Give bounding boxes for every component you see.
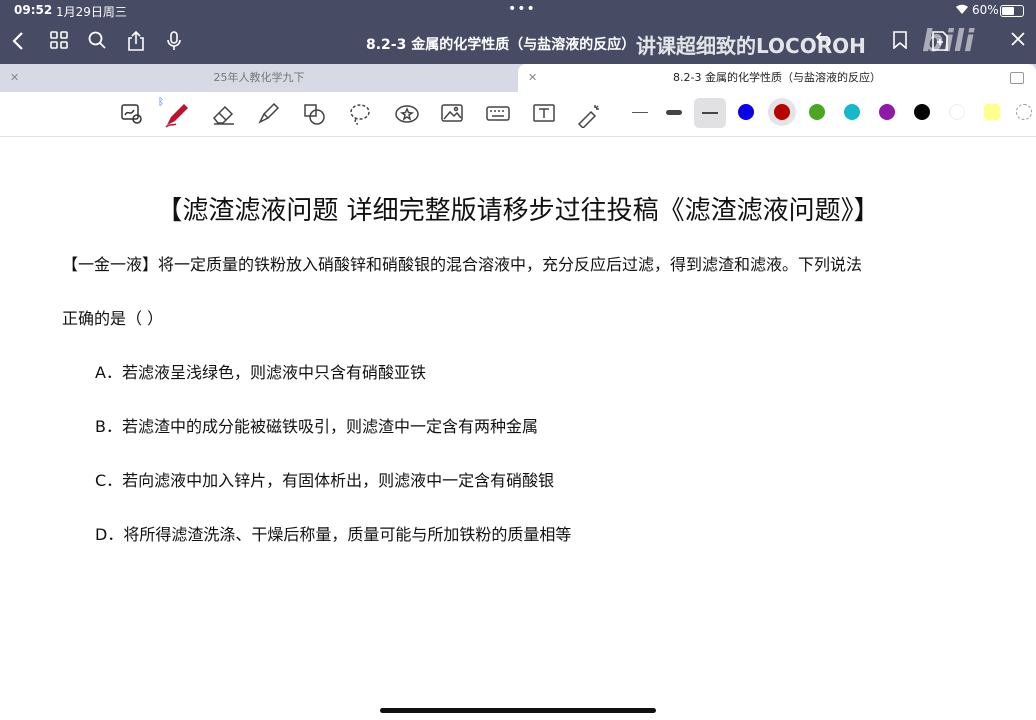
more-icon[interactable] [1010,31,1026,53]
option-c: C．若向滤液中加入锌片，有固体析出，则滤液中一定含有硝酸银 [95,471,555,490]
bilibili-watermark-logo: bili [922,24,975,59]
tab-bar: ✕ 25年人教化学九下 ✕ 8.2-3 金属的化学性质（与盐溶液的反应） [0,64,1036,92]
status-time: 09:52 [14,3,53,17]
tab-current-document[interactable]: ✕ 8.2-3 金属的化学性质（与盐溶液的反应） [518,64,1036,92]
eraser-icon[interactable] [210,102,234,126]
option-a: A．若滤液呈浅绿色，则滤液中只含有硝酸亚铁 [95,363,426,382]
color-swatch-white[interactable] [949,104,965,120]
shapes-icon[interactable] [302,102,326,126]
share-icon[interactable] [127,30,145,57]
section-heading: 【滤渣滤液问题 详细完整版请移步过往投稿《滤渣滤液问题》】 [156,196,880,226]
bluetooth-icon: ᛒ [158,97,164,108]
battery-icon [1000,5,1024,17]
split-view-icon[interactable] [1010,72,1024,84]
text-box-icon[interactable] [532,102,556,126]
nav-bar: 8.2-3 金属的化学性质（与盐溶液的反应） [0,22,1036,64]
wifi-icon [955,3,969,18]
bookmark-icon[interactable] [893,31,907,55]
color-swatch-red[interactable] [774,104,790,120]
status-bar: 09:52 1月29日周三 ••• 60% [0,0,1036,22]
home-indicator[interactable] [380,708,656,713]
battery-percent: 60% [972,3,999,17]
grid-icon[interactable] [50,31,68,55]
zoom-window-icon[interactable] [120,102,144,126]
option-d: D．将所得滤渣洗涤、干燥后称量，质量可能与所加铁粉的质量相等 [95,525,572,544]
question-text-line2: 正确的是（ ） [62,309,164,328]
color-swatch-blue[interactable] [738,104,754,120]
stroke-thick-option[interactable] [666,110,682,115]
color-swatch-cyan[interactable] [844,104,860,120]
search-icon[interactable] [88,31,106,55]
back-icon[interactable] [12,31,24,57]
lasso-icon[interactable] [348,102,372,126]
color-swatch-yellow[interactable] [984,104,1000,120]
question-text-line1: 【一金一液】将一定质量的铁粉放入硝酸锌和硝酸银的混合溶液中，充分反应后过滤，得到… [62,255,863,274]
color-swatch-green[interactable] [809,104,825,120]
stroke-medium-option[interactable] [694,98,726,128]
microphone-icon[interactable] [166,31,182,57]
multitask-dots-icon[interactable]: ••• [508,1,536,17]
laser-pointer-icon[interactable] [576,102,600,130]
tab-chemistry-book[interactable]: ✕ 25年人教化学九下 [0,64,518,92]
stroke-thin-option[interactable] [632,112,648,113]
color-swatch-black[interactable] [914,104,930,120]
sticker-icon[interactable] [394,102,419,126]
image-icon[interactable] [440,102,464,126]
highlighter-icon[interactable] [256,102,280,126]
color-swatch-purple[interactable] [879,104,895,120]
video-watermark-text: 讲课超细致的LOCOROH [636,34,866,58]
status-date: 1月29日周三 [56,5,127,19]
option-b: B．若滤渣中的成分能被磁铁吸引，则滤渣中一定含有两种金属 [95,417,538,436]
pen-tool-icon[interactable] [164,102,188,128]
add-color-icon[interactable] [1016,104,1032,120]
keyboard-icon[interactable] [486,102,510,126]
document-title: 8.2-3 金属的化学性质（与盐溶液的反应） [366,37,636,53]
tab-label: 25年人教化学九下 [213,71,305,84]
tab-label: 8.2-3 金属的化学性质（与盐溶液的反应） [673,71,881,84]
